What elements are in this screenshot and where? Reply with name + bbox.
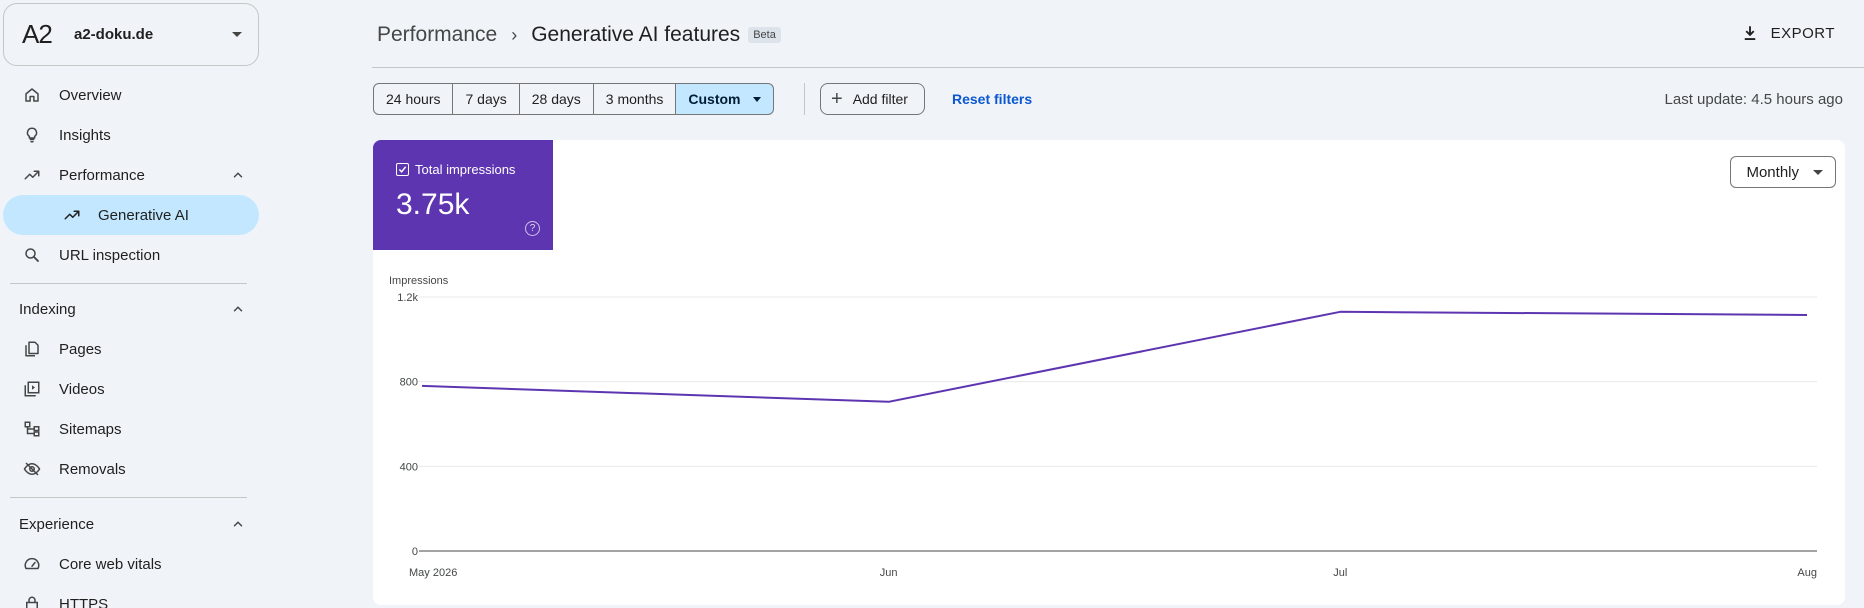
search-icon bbox=[21, 244, 43, 266]
date-range-selector: 24 hours 7 days 28 days 3 months Custom bbox=[373, 83, 774, 115]
page-title: Generative AI features bbox=[531, 23, 741, 46]
impressions-chart: Impressions 0 400 800 1.2k May 2026 Jun Jul Aug bbox=[389, 275, 1817, 579]
sidebar-item-label: Insights bbox=[59, 126, 111, 144]
y-axis-title: Impressions bbox=[389, 275, 449, 287]
y-tick-label: 0 bbox=[412, 546, 418, 558]
sidebar-item-label: Sitemaps bbox=[59, 420, 122, 438]
sidebar-item-label: URL inspection bbox=[59, 246, 161, 264]
x-tick-label: May 2026 bbox=[409, 567, 457, 579]
plus-icon: + bbox=[831, 88, 843, 110]
trending-up-icon bbox=[61, 204, 83, 226]
export-label: EXPORT bbox=[1770, 24, 1835, 42]
y-tick-label: 800 bbox=[400, 377, 418, 389]
pages-icon bbox=[21, 338, 43, 360]
metric-label: Total impressions bbox=[415, 162, 516, 177]
page-header: Performance › Generative AI features Bet… bbox=[372, 0, 1864, 68]
caret-down-icon bbox=[232, 32, 242, 37]
section-experience[interactable]: Experience bbox=[3, 506, 259, 542]
y-tick-label: 400 bbox=[400, 461, 418, 473]
download-icon bbox=[1744, 26, 1755, 40]
range-label: 3 months bbox=[605, 91, 664, 107]
sidebar-item-url-inspection[interactable]: URL inspection bbox=[3, 235, 259, 275]
sidebar-item-sitemaps[interactable]: Sitemaps bbox=[3, 409, 259, 449]
x-tick-label: Jul bbox=[1333, 567, 1347, 579]
video-library-icon bbox=[21, 378, 43, 400]
trending-up-icon bbox=[21, 164, 43, 186]
lightbulb-icon bbox=[21, 124, 43, 146]
sidebar-item-https[interactable]: HTTPS bbox=[3, 584, 259, 608]
caret-down-icon bbox=[752, 96, 761, 102]
home-icon bbox=[21, 84, 43, 106]
visibility-off-icon bbox=[21, 458, 43, 480]
speed-icon bbox=[21, 553, 43, 575]
sidebar-item-label: Performance bbox=[59, 166, 145, 184]
x-tick-label: Jun bbox=[880, 567, 898, 579]
sidebar-item-removals[interactable]: Removals bbox=[3, 449, 259, 489]
range-28-days[interactable]: 28 days bbox=[519, 83, 594, 115]
interval-label: Monthly bbox=[1746, 163, 1799, 181]
sidebar-item-insights[interactable]: Insights bbox=[3, 115, 259, 155]
section-title: Indexing bbox=[19, 300, 76, 318]
sidebar-item-core-web-vitals[interactable]: Core web vitals bbox=[3, 544, 259, 584]
add-filter-button[interactable]: + Add filter bbox=[820, 83, 925, 115]
checkbox-checked-icon[interactable] bbox=[396, 163, 409, 176]
help-icon[interactable]: ? bbox=[525, 221, 540, 236]
caret-down-icon bbox=[1813, 169, 1823, 175]
range-3-months[interactable]: 3 months bbox=[593, 83, 677, 115]
sidebar-item-generative-ai[interactable]: Generative AI bbox=[3, 195, 259, 235]
sidebar-item-label: Videos bbox=[59, 380, 105, 398]
sidebar-divider bbox=[10, 497, 247, 498]
chevron-up-icon bbox=[231, 302, 245, 321]
interval-dropdown[interactable]: Monthly bbox=[1730, 156, 1836, 188]
sidebar-item-performance[interactable]: Performance bbox=[3, 155, 259, 195]
beta-badge: Beta bbox=[748, 27, 781, 43]
property-name: a2-doku.de bbox=[74, 26, 154, 43]
series-line-impressions bbox=[421, 310, 1808, 403]
sidebar: A2 a2-doku.de Overview Insights Performa… bbox=[0, 0, 262, 608]
sidebar-item-label: Generative AI bbox=[98, 206, 189, 224]
sidebar-item-label: Removals bbox=[59, 460, 126, 478]
lock-icon bbox=[21, 593, 43, 608]
property-selector[interactable]: A2 a2-doku.de bbox=[3, 3, 259, 66]
y-tick-label: 1.2k bbox=[397, 292, 418, 304]
range-custom[interactable]: Custom bbox=[676, 83, 774, 115]
sidebar-item-label: Pages bbox=[59, 340, 102, 358]
range-label: 7 days bbox=[465, 91, 507, 107]
filter-divider bbox=[804, 83, 805, 115]
section-indexing[interactable]: Indexing bbox=[3, 291, 259, 327]
last-update-text: Last update: 4.5 hours ago bbox=[1664, 91, 1843, 108]
sidebar-item-overview[interactable]: Overview bbox=[3, 75, 259, 115]
x-tick-label: Aug bbox=[1797, 567, 1817, 579]
sitemap-icon bbox=[21, 418, 43, 440]
metric-total-impressions[interactable]: Total impressions 3.75k ? bbox=[373, 140, 553, 250]
sidebar-item-videos[interactable]: Videos bbox=[3, 369, 259, 409]
sidebar-divider bbox=[10, 283, 247, 284]
range-7-days[interactable]: 7 days bbox=[453, 83, 520, 115]
chevron-right-icon: › bbox=[511, 24, 518, 45]
property-logo: A2 bbox=[22, 19, 53, 49]
breadcrumb: Performance › Generative AI features Bet… bbox=[377, 23, 781, 47]
sidebar-item-label: HTTPS bbox=[59, 595, 109, 608]
reset-filters-link[interactable]: Reset filters bbox=[952, 91, 1032, 107]
chevron-up-icon[interactable] bbox=[231, 168, 245, 187]
range-label: 24 hours bbox=[386, 91, 441, 107]
metric-value: 3.75k bbox=[396, 188, 470, 221]
metric-label-row: Total impressions bbox=[396, 162, 515, 177]
performance-card: Impressions 0 400 800 1.2k May 2026 Jun Jul Aug … bbox=[373, 140, 1845, 605]
chevron-up-icon bbox=[231, 517, 245, 536]
range-label: Custom bbox=[688, 91, 741, 107]
sidebar-item-pages[interactable]: Pages bbox=[3, 329, 259, 369]
section-title: Experience bbox=[19, 515, 95, 533]
sidebar-item-label: Overview bbox=[59, 86, 122, 104]
breadcrumb-parent[interactable]: Performance bbox=[377, 23, 497, 47]
range-24-hours[interactable]: 24 hours bbox=[373, 83, 454, 115]
range-label: 28 days bbox=[531, 91, 581, 107]
add-filter-label: Add filter bbox=[852, 91, 908, 107]
sidebar-item-label: Core web vitals bbox=[59, 555, 162, 573]
export-button[interactable]: EXPORT bbox=[1741, 24, 1835, 42]
